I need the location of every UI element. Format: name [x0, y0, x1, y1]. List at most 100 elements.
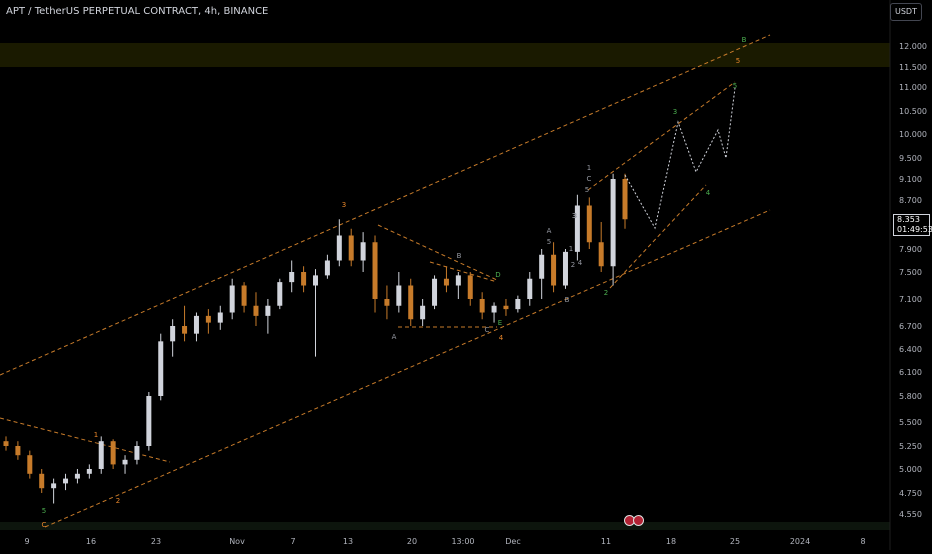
- candle-body: [336, 235, 342, 261]
- candle-body: [562, 251, 568, 286]
- last-price: 8.353: [897, 215, 920, 224]
- candle-body: [289, 272, 295, 283]
- candle-body: [408, 285, 414, 320]
- candle-body: [15, 446, 21, 456]
- wave-label: C: [485, 326, 490, 334]
- wave-label: A: [392, 333, 397, 341]
- wave-label: 5: [547, 238, 551, 246]
- candle-body: [277, 282, 283, 306]
- x-tick-label: Dec: [505, 537, 520, 546]
- wave-label: 3: [342, 201, 346, 209]
- wave-label: 5: [585, 186, 589, 194]
- x-tick-label: 9: [24, 537, 29, 546]
- wave-label: B: [742, 36, 747, 44]
- candle-body: [39, 473, 45, 489]
- candle-body: [598, 242, 604, 267]
- wave-label: 3: [573, 212, 577, 220]
- candle-body: [515, 299, 521, 310]
- candle-body: [467, 275, 473, 299]
- wave-label: C: [587, 175, 592, 183]
- wave-label: B: [565, 296, 570, 304]
- candle-body: [51, 483, 57, 489]
- x-tick-label: 2024: [790, 537, 810, 546]
- wave-label: 2: [571, 261, 575, 269]
- wave-label: 3: [673, 108, 677, 116]
- y-tick-label: 6.400: [899, 345, 922, 354]
- candle-body: [122, 459, 128, 465]
- x-tick-label: 23: [151, 537, 161, 546]
- wave-label: 4: [499, 334, 504, 342]
- candle-body: [134, 446, 140, 460]
- us-flag-event-icon[interactable]: [633, 515, 644, 526]
- candle-body: [610, 179, 616, 267]
- support-zone: [0, 522, 890, 530]
- x-tick-label: 13: [343, 537, 353, 546]
- candle-body: [3, 441, 9, 446]
- y-tick-label: 9.500: [899, 154, 922, 163]
- candle-body: [27, 455, 33, 474]
- candle-body: [491, 305, 497, 313]
- y-tick-label: 10.500: [899, 107, 927, 116]
- chart-title: APT / TetherUS PERPETUAL CONTRACT, 4h, B…: [6, 6, 269, 17]
- x-tick-label: 7: [290, 537, 295, 546]
- x-tick-label: Nov: [229, 537, 245, 546]
- candle-body: [182, 326, 188, 334]
- wave-label: 1: [587, 164, 591, 172]
- wave-label: 1: [94, 431, 98, 439]
- y-tick-label: 11.000: [899, 83, 927, 92]
- wave-label: 5: [736, 57, 740, 65]
- candle-body: [86, 469, 92, 474]
- resistance-zone: [0, 43, 890, 67]
- x-tick-label: 11: [601, 537, 611, 546]
- chart-area[interactable]: 5C123ABCDE4A53412B1C5323455B 12.000 11.50…: [0, 0, 932, 550]
- candle-body: [622, 179, 628, 220]
- y-tick-label: 10.000: [899, 130, 927, 139]
- wave-label: 1: [569, 245, 573, 253]
- candle-body: [74, 473, 80, 479]
- candle-body: [158, 341, 164, 396]
- wave-label: 5: [42, 507, 46, 515]
- wave-label: E: [498, 319, 502, 327]
- candle-body: [443, 278, 449, 286]
- candle-body: [229, 285, 235, 313]
- candle-body: [241, 285, 247, 306]
- wave-label: 2: [116, 497, 120, 505]
- candle-body: [551, 254, 557, 286]
- chart-svg[interactable]: 5C123ABCDE4A53412B1C5323455B 12.00011.50…: [0, 0, 932, 550]
- candle-body: [110, 441, 116, 465]
- x-tick-label: 18: [666, 537, 676, 546]
- wave-label: 4: [578, 259, 583, 267]
- candle-body: [205, 315, 211, 323]
- x-tick-label: 13:00: [451, 537, 474, 546]
- currency-button[interactable]: USDT: [890, 3, 922, 21]
- y-tick-label: 11.500: [899, 63, 927, 72]
- y-tick-label: 4.750: [899, 489, 922, 498]
- wave-label: C: [42, 521, 47, 529]
- y-tick-label: 5.500: [899, 418, 922, 427]
- wave-label: D: [495, 271, 500, 279]
- x-tick-label: 20: [407, 537, 417, 546]
- candle-body: [265, 305, 271, 316]
- x-tick-label: 8: [860, 537, 865, 546]
- y-tick-label: 8.700: [899, 196, 922, 205]
- candle-body: [253, 305, 259, 316]
- candle-body: [396, 285, 402, 306]
- wave-label: 4: [706, 189, 711, 197]
- candle-body: [384, 299, 390, 306]
- y-tick-label: 7.500: [899, 268, 922, 277]
- candle-body: [217, 312, 223, 323]
- y-tick-label: 5.800: [899, 392, 922, 401]
- y-tick-label: 5.250: [899, 442, 922, 451]
- candle-body: [503, 305, 509, 310]
- candle-body: [324, 260, 330, 276]
- y-tick-label: 9.100: [899, 175, 922, 184]
- candle-body: [360, 242, 366, 261]
- y-tick-label: 7.100: [899, 295, 922, 304]
- x-tick-label: 16: [86, 537, 96, 546]
- candle-body: [479, 299, 485, 313]
- candle-body: [455, 275, 461, 286]
- y-tick-label: 7.900: [899, 245, 922, 254]
- bar-countdown: 01:49:53: [897, 225, 932, 234]
- candle-body: [301, 272, 307, 286]
- candle-body: [432, 278, 438, 306]
